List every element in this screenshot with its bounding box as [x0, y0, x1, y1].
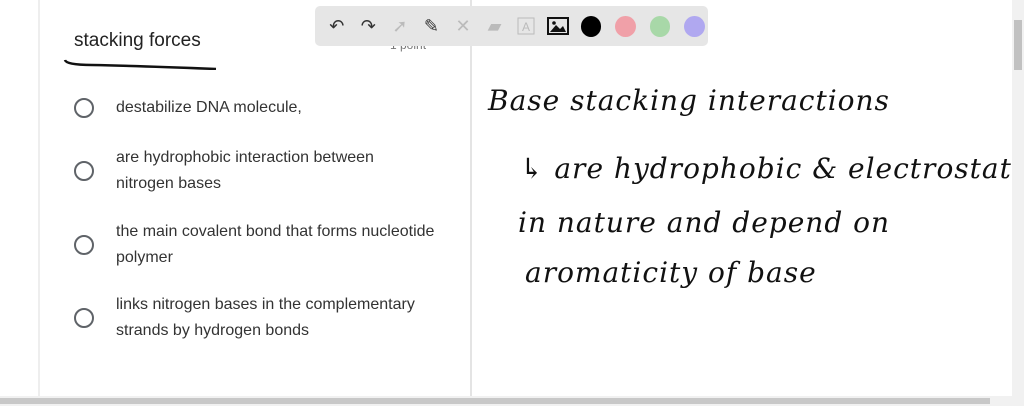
handwritten-line: ↳ are hydrophobic & electrostatic	[520, 152, 1024, 185]
radio-button[interactable]	[74, 308, 94, 328]
option-2[interactable]: are hydrophobic interaction between nitr…	[74, 145, 436, 197]
handwritten-line: Base stacking interactions	[488, 84, 890, 117]
option-4[interactable]: links nitrogen bases in the complementar…	[74, 292, 436, 344]
question-panel: stacking forces 1 point destabilize DNA …	[38, 0, 472, 396]
handwritten-line: aromaticity of base	[525, 256, 817, 289]
scrollbar-thumb[interactable]	[1014, 20, 1022, 70]
whiteboard-canvas[interactable]: Base stacking interactions ↳ are hydroph…	[470, 0, 1024, 396]
radio-button[interactable]	[74, 235, 94, 255]
handwritten-underline	[63, 59, 217, 70]
radio-button[interactable]	[74, 98, 94, 118]
handwritten-line: in nature and depend on	[518, 206, 891, 239]
horizontal-scrollbar[interactable]	[0, 396, 1024, 406]
option-label: the main covalent bond that forms nucleo…	[116, 223, 435, 266]
option-3[interactable]: the main covalent bond that forms nucleo…	[74, 219, 436, 271]
option-label: are hydrophobic interaction between nitr…	[116, 149, 374, 192]
redo-icon[interactable]: ↷	[357, 14, 381, 38]
undo-icon[interactable]: ↶	[325, 14, 349, 38]
pen-icon[interactable]: ✎	[420, 14, 444, 38]
scrollbar-thumb[interactable]	[0, 398, 990, 404]
question-title: stacking forces	[74, 30, 201, 51]
select-icon[interactable]: ➚	[388, 14, 412, 38]
radio-button[interactable]	[74, 161, 94, 181]
option-label: destabilize DNA molecule,	[116, 99, 302, 116]
option-1[interactable]: destabilize DNA molecule,	[74, 95, 436, 121]
option-label: links nitrogen bases in the complementar…	[116, 296, 415, 339]
vertical-scrollbar[interactable]	[1012, 0, 1024, 396]
